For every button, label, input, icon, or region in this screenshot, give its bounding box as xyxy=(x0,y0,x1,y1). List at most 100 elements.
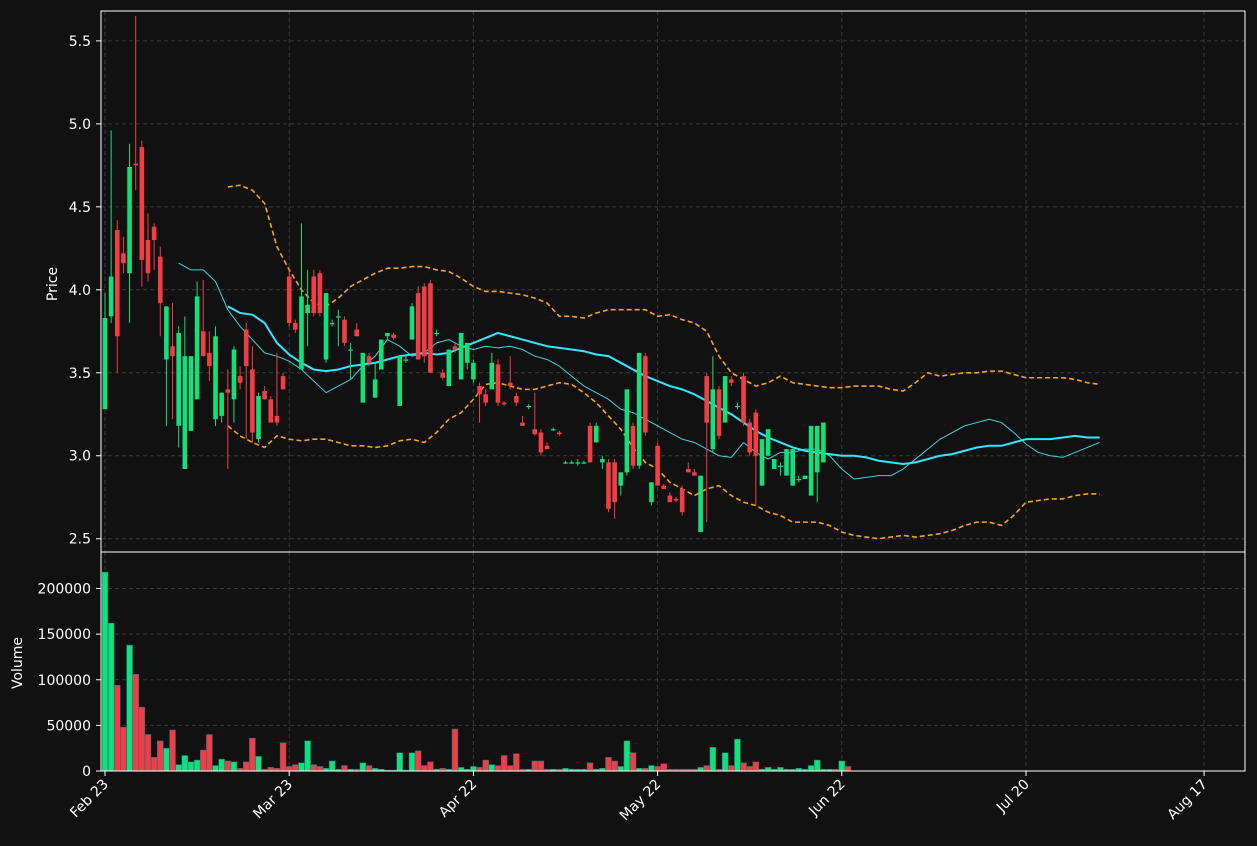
volume-bar xyxy=(494,765,502,772)
volume-bar xyxy=(451,728,459,772)
candle-body xyxy=(317,273,323,314)
volume-bar xyxy=(660,763,667,772)
candle-body xyxy=(188,356,194,431)
volume-bar xyxy=(734,738,741,772)
candle-body xyxy=(274,415,280,423)
x-tick-label: Jul 20 xyxy=(993,777,1033,817)
volume-bar xyxy=(328,760,336,772)
volume-bar xyxy=(298,762,305,772)
candle-body xyxy=(618,472,624,486)
volume-bar xyxy=(126,644,133,772)
candle-body xyxy=(262,391,267,400)
volume-bar xyxy=(507,765,514,772)
candle-body xyxy=(814,425,820,473)
candle-body xyxy=(741,376,746,423)
volume-bar xyxy=(359,762,367,772)
candle-body xyxy=(778,465,783,467)
candle-body xyxy=(802,475,808,479)
candle-body xyxy=(612,462,617,503)
volume-bar xyxy=(500,755,508,772)
price-tick-label: 4.0 xyxy=(69,283,91,299)
candle-body xyxy=(391,334,396,338)
candle-body xyxy=(428,283,433,373)
volume-bar xyxy=(120,726,127,772)
volume-bar xyxy=(709,747,717,772)
candle-body xyxy=(501,402,507,405)
candle-body xyxy=(643,356,648,433)
candle-body xyxy=(507,382,513,387)
volume-bar xyxy=(482,759,489,772)
volume-bar xyxy=(752,761,760,772)
candle-body xyxy=(397,356,403,406)
candle-body xyxy=(458,332,464,380)
candle-body xyxy=(446,349,452,387)
candle-body xyxy=(489,362,495,390)
candle-body xyxy=(538,432,544,453)
volume-bar xyxy=(163,747,170,772)
volume-bar xyxy=(243,761,250,772)
volume-bar xyxy=(617,766,624,772)
candle-body xyxy=(649,482,654,503)
candle-body xyxy=(550,429,556,431)
price-y-axis: 2.5 3.0 3.5 4.0 4.5 5.0 5.5 xyxy=(69,34,101,548)
candle-body xyxy=(102,318,108,410)
candle-body xyxy=(593,425,599,443)
candle-body xyxy=(194,296,200,400)
volume-tick-label: 0 xyxy=(82,764,91,780)
candle-body xyxy=(667,495,673,503)
candle-body xyxy=(759,439,765,486)
candle-body xyxy=(606,462,611,509)
candle-body xyxy=(139,147,145,260)
candle-body xyxy=(348,349,353,351)
volume-bar xyxy=(728,765,735,772)
volume-bar xyxy=(169,729,176,772)
volume-y-axis: 0 50000 100000 150000 200000 xyxy=(38,582,101,780)
candle-body xyxy=(587,425,593,463)
candle-body xyxy=(728,379,734,383)
candle-body xyxy=(655,445,660,486)
volume-grid xyxy=(101,552,1245,772)
candle-body xyxy=(354,329,360,337)
candle-body xyxy=(771,459,777,470)
candle-body xyxy=(170,346,175,357)
volume-bar xyxy=(101,571,109,772)
volume-bar xyxy=(107,622,115,772)
volume-bar xyxy=(414,750,422,772)
volume-bar xyxy=(114,684,121,772)
volume-bar xyxy=(316,766,324,772)
volume-bar xyxy=(764,767,772,772)
candle-body xyxy=(219,392,224,416)
candle-body xyxy=(145,240,151,274)
candle-body xyxy=(305,304,310,314)
candle-body xyxy=(526,405,531,408)
volume-bar xyxy=(212,765,219,772)
candle-body xyxy=(157,256,163,304)
candle-body xyxy=(686,469,691,473)
x-tick-label: Aug 17 xyxy=(1164,777,1210,823)
volume-tick-label: 100000 xyxy=(38,673,91,689)
candle-body xyxy=(200,331,206,357)
candle-body xyxy=(286,276,292,323)
volume-panel-frame xyxy=(100,551,1246,772)
volume-bar xyxy=(365,765,373,772)
candle-body xyxy=(250,369,255,433)
price-tick-label: 4.5 xyxy=(69,200,91,216)
candle-body xyxy=(372,379,378,398)
price-tick-label: 3.0 xyxy=(69,449,91,465)
candle-body xyxy=(293,322,298,330)
volume-bar xyxy=(838,760,845,772)
candle-body xyxy=(692,472,697,476)
upper-band-line xyxy=(227,184,1100,392)
volume-bar xyxy=(697,767,704,772)
candle-body xyxy=(299,296,304,370)
candle-body xyxy=(796,478,802,481)
date-x-axis: Feb 23 Mar 23 Apr 22 May 22 Jun 22 Jul 20 Aug … xyxy=(67,771,1211,824)
candle-body xyxy=(735,405,740,408)
volume-tick-label: 200000 xyxy=(38,582,91,598)
candle-body xyxy=(360,352,366,403)
volume-bar xyxy=(537,760,545,772)
candle-body xyxy=(532,429,538,435)
candle-body xyxy=(385,332,390,337)
price-tick-label: 5.0 xyxy=(69,117,91,133)
candle-body xyxy=(379,339,384,370)
